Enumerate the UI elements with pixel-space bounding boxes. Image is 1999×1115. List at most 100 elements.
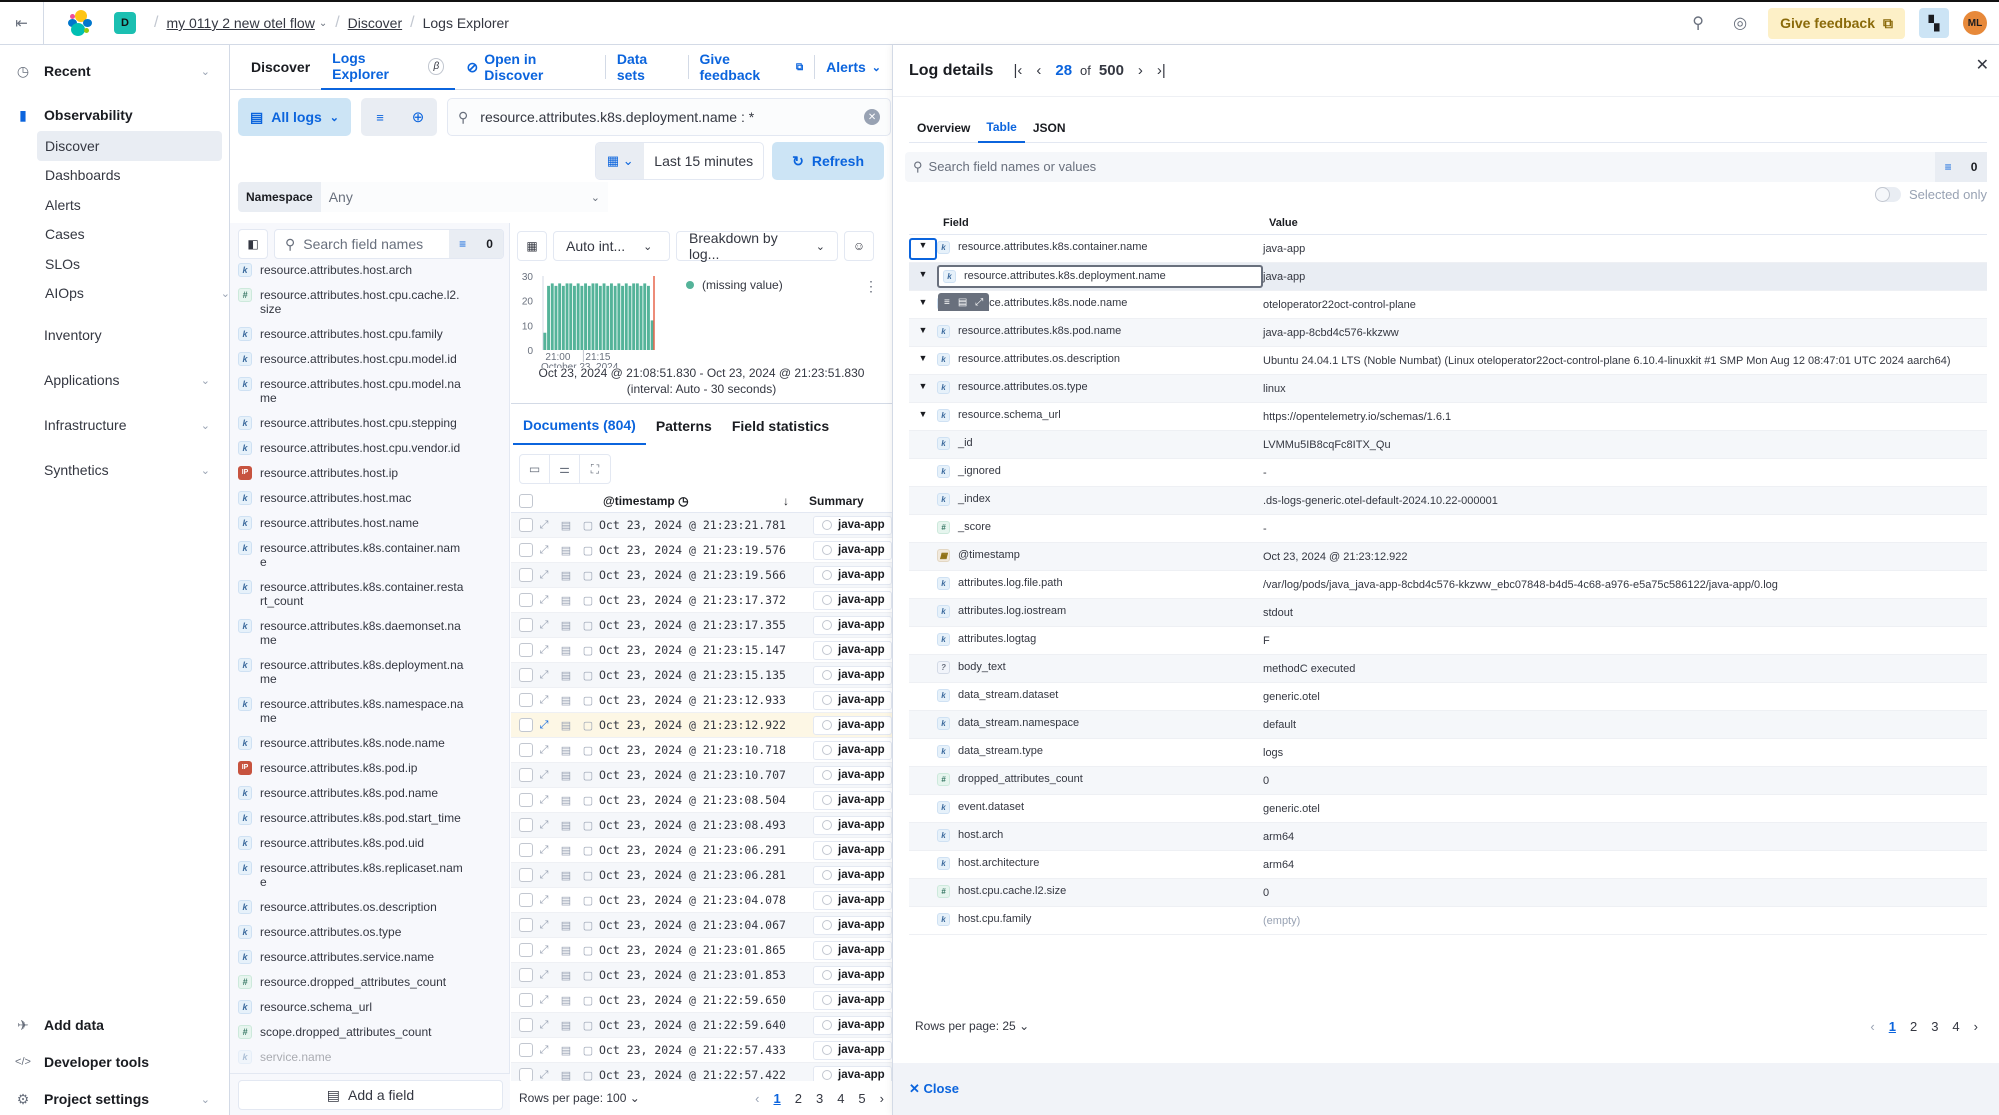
toggle-column-icon[interactable]: ▤ (555, 544, 577, 557)
table-row[interactable]: ⤢ ▤ ▢ Oct 23, 2024 @ 21:23:19.566 java-app (511, 563, 892, 588)
nav-item-applications[interactable]: Applications ⌄ (0, 368, 230, 392)
expand-row-icon[interactable]: ⤢ (533, 519, 555, 532)
toggle-column-icon[interactable]: ▤ (555, 919, 577, 932)
table-row[interactable]: ⤢ ▤ ▢ Oct 23, 2024 @ 21:23:12.922 java-app (511, 713, 892, 738)
row-summary-badge[interactable]: java-app (813, 790, 892, 810)
nav-add-data[interactable]: ✈ Add data (0, 1013, 230, 1037)
chart-menu-icon[interactable]: ⋮ (864, 278, 878, 295)
tab-patterns[interactable]: Patterns (646, 407, 722, 445)
tab-table[interactable]: Table (978, 113, 1025, 143)
detail-field-cell[interactable]: k host.architecture (937, 857, 1263, 870)
expand-row-icon[interactable]: ⤢ (533, 794, 555, 807)
log-doc-icon[interactable]: ▢ (577, 694, 599, 707)
column-header-timestamp[interactable]: @timestamp ◷ (603, 494, 783, 508)
detail-field-cell[interactable]: k resource.attributes.k8s.deployment.name (937, 265, 1263, 288)
detail-field-cell[interactable]: k _index (937, 493, 1263, 506)
log-doc-icon[interactable]: ▢ (577, 619, 599, 632)
row-summary-badge[interactable]: java-app (813, 815, 892, 835)
space-avatar[interactable]: D (114, 12, 136, 34)
user-avatar[interactable]: ML (1963, 11, 1987, 35)
row-summary-badge[interactable]: java-app (813, 1015, 892, 1035)
detail-field-cell[interactable]: k data_stream.type (937, 745, 1263, 758)
field-list-item[interactable]: # resource.attributes.host.cpu.cache.l2.s… (238, 288, 468, 316)
toggle-column-icon[interactable]: ▤ (555, 594, 577, 607)
clear-query-icon[interactable]: ✕ (864, 109, 881, 125)
expand-row-icon[interactable]: ⤢ (533, 694, 555, 707)
detail-field-cell[interactable]: # host.cpu.cache.l2.size (937, 885, 1263, 898)
log-doc-icon[interactable]: ▢ (577, 569, 599, 582)
nav-item-slos[interactable]: SLOs (37, 249, 222, 279)
row-summary-badge[interactable]: java-app (813, 865, 892, 885)
table-row[interactable]: ⤢ ▤ ▢ Oct 23, 2024 @ 21:23:06.291 java-app (511, 838, 892, 863)
row-checkbox[interactable] (519, 668, 533, 682)
field-list-item[interactable]: k resource.attributes.k8s.replicaset.name (238, 861, 468, 889)
page-2-button[interactable]: 2 (1910, 1019, 1917, 1034)
row-checkbox[interactable] (519, 593, 533, 607)
row-checkbox[interactable] (519, 1068, 533, 1082)
row-checkbox[interactable] (519, 543, 533, 557)
filter-icon[interactable]: ≡ (944, 297, 950, 308)
close-button[interactable]: ✕ Close (909, 1081, 959, 1097)
detail-field-cell[interactable]: k _id (937, 437, 1263, 450)
table-row[interactable]: ⤢ ▤ ▢ Oct 23, 2024 @ 21:23:15.135 java-app (511, 663, 892, 688)
give-feedback-link[interactable]: Give feedback ⧉ (689, 45, 815, 90)
expand-row-icon[interactable]: ⤢ (533, 869, 555, 882)
help-icon[interactable]: ◎ (1726, 9, 1754, 37)
detail-field-cell[interactable]: k resource.attributes.k8s.pod.name (937, 325, 1263, 338)
row-summary-badge[interactable]: java-app (813, 615, 892, 635)
field-list-item[interactable]: k resource.schema_url (238, 1000, 468, 1014)
expand-row-icon[interactable]: ⤢ (533, 594, 555, 607)
page-2-button[interactable]: 2 (795, 1091, 802, 1106)
page-5-button[interactable]: 5 (858, 1091, 865, 1106)
table-row[interactable]: ⤢ ▤ ▢ Oct 23, 2024 @ 21:23:10.707 java-app (511, 763, 892, 788)
table-row[interactable]: ⤢ ▤ ▢ Oct 23, 2024 @ 21:22:57.433 java-app (511, 1038, 892, 1063)
row-checkbox[interactable] (519, 793, 533, 807)
detail-field-cell[interactable]: k resource.schema_url (937, 409, 1263, 422)
pin-icon[interactable]: ▼ (909, 269, 937, 279)
row-checkbox[interactable] (519, 768, 533, 782)
expand-row-icon[interactable]: ⤢ (533, 644, 555, 657)
filter-menu-button[interactable]: ≡ (361, 98, 399, 136)
nav-item-cases[interactable]: Cases (37, 219, 222, 249)
expand-row-icon[interactable]: ⤢ (533, 1019, 555, 1032)
field-list-item[interactable]: k resource.attributes.host.cpu.model.name (238, 377, 468, 405)
field-list-item[interactable]: # resource.dropped_attributes_count (238, 975, 468, 989)
nav-item-inventory[interactable]: Inventory (0, 323, 230, 347)
field-list-item[interactable]: k resource.attributes.host.name (238, 516, 468, 530)
fullscreen-button[interactable]: ⛶ (580, 455, 610, 483)
log-doc-icon[interactable]: ▢ (577, 644, 599, 657)
log-doc-icon[interactable]: ▢ (577, 719, 599, 732)
open-in-discover-link[interactable]: ⊘ Open in Discover (455, 45, 604, 90)
add-field-button[interactable]: ▤ Add a field (238, 1080, 503, 1110)
previous-log-button[interactable]: ‹ (1036, 62, 1041, 79)
expand-icon[interactable]: ⤢ (975, 297, 983, 308)
detail-field-cell[interactable]: k resource.attributes.os.description (937, 353, 1263, 366)
log-doc-icon[interactable]: ▢ (577, 594, 599, 607)
expand-row-icon[interactable]: ⤢ (533, 1069, 555, 1082)
toggle-column-icon[interactable]: ▤ (555, 1044, 577, 1057)
detail-field-cell[interactable]: ▦ @timestamp (937, 549, 1263, 562)
expand-row-icon[interactable]: ⤢ (533, 994, 555, 1007)
table-row[interactable]: ⤢ ▤ ▢ Oct 23, 2024 @ 21:22:59.650 java-app (511, 988, 892, 1013)
next-log-button[interactable]: › (1138, 62, 1143, 79)
field-list-item[interactable]: k resource.attributes.os.description (238, 900, 468, 914)
field-list-item[interactable]: k resource.attributes.k8s.pod.uid (238, 836, 468, 850)
field-list-item[interactable]: k resource.attributes.service.name (238, 950, 468, 964)
row-checkbox[interactable] (519, 643, 533, 657)
table-row[interactable]: ⤢ ▤ ▢ Oct 23, 2024 @ 21:23:15.147 java-app (511, 638, 892, 663)
table-row[interactable]: ⤢ ▤ ▢ Oct 23, 2024 @ 21:23:17.355 java-app (511, 613, 892, 638)
expand-row-icon[interactable]: ⤢ (533, 919, 555, 932)
expand-row-icon[interactable]: ⤢ (533, 569, 555, 582)
expand-row-icon[interactable]: ⤢ (533, 819, 555, 832)
toggle-column-icon[interactable]: ▤ (555, 744, 577, 757)
detail-field-cell[interactable]: k _ignored (937, 465, 1263, 478)
row-checkbox[interactable] (519, 1043, 533, 1057)
log-doc-icon[interactable]: ▢ (577, 944, 599, 957)
row-summary-badge[interactable]: java-app (813, 640, 892, 660)
row-checkbox[interactable] (519, 993, 533, 1007)
page-1-button[interactable]: 1 (773, 1091, 780, 1106)
row-summary-badge[interactable]: java-app (813, 1040, 892, 1060)
field-list-item[interactable]: k resource.attributes.host.cpu.model.id (238, 352, 468, 366)
detail-field-cell[interactable]: k attributes.log.file.path (937, 577, 1263, 590)
breadcrumb-discover[interactable]: Discover (348, 15, 402, 31)
